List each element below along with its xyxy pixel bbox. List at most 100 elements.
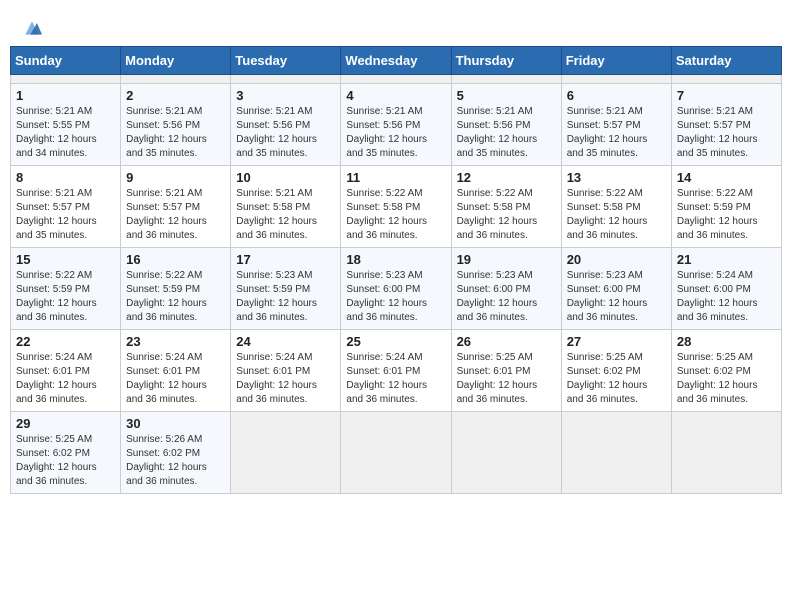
calendar-cell: 25 Sunrise: 5:24 AMSunset: 6:01 PMDayligh…: [341, 330, 451, 412]
day-info: Sunrise: 5:23 AMSunset: 6:00 PMDaylight:…: [346, 269, 445, 325]
day-info: Sunrise: 5:21 AMSunset: 5:56 PMDaylight:…: [126, 105, 225, 161]
day-number: 25: [346, 334, 445, 349]
calendar-cell: 17 Sunrise: 5:23 AMSunset: 5:59 PMDayligh…: [231, 248, 341, 330]
calendar-cell: 19Sunrise: 5:23 AMSunset: 6:00 PMDayligh…: [451, 248, 561, 330]
day-number: 26: [457, 334, 556, 349]
day-number: 11: [346, 170, 445, 185]
logo-icon: [22, 18, 42, 38]
day-of-week-header: Friday: [561, 47, 671, 75]
calendar-cell: 27 Sunrise: 5:25 AMSunset: 6:02 PMDayligh…: [561, 330, 671, 412]
calendar-cell: [121, 75, 231, 84]
day-number: 1: [16, 88, 115, 103]
day-info: Sunrise: 5:22 AMSunset: 5:59 PMDaylight:…: [16, 269, 115, 325]
day-number: 4: [346, 88, 445, 103]
day-info: Sunrise: 5:21 AMSunset: 5:56 PMDaylight:…: [236, 105, 335, 161]
calendar-cell: 1Sunrise: 5:21 AMSunset: 5:55 PMDaylight…: [11, 84, 121, 166]
day-info: Sunrise: 5:26 AMSunset: 6:02 PMDaylight:…: [126, 433, 225, 489]
day-number: 27: [567, 334, 666, 349]
day-info: Sunrise: 5:25 AMSunset: 6:02 PMDaylight:…: [567, 351, 666, 407]
day-number: 10: [236, 170, 335, 185]
day-number: 5: [457, 88, 556, 103]
calendar-cell: 26 Sunrise: 5:25 AMSunset: 6:01 PMDayligh…: [451, 330, 561, 412]
calendar-cell: 21 Sunrise: 5:24 AMSunset: 6:00 PMDayligh…: [671, 248, 781, 330]
day-info: Sunrise: 5:22 AMSunset: 5:58 PMDaylight:…: [346, 187, 445, 243]
calendar-cell: 24 Sunrise: 5:24 AMSunset: 6:01 PMDayligh…: [231, 330, 341, 412]
day-number: 12: [457, 170, 556, 185]
day-of-week-header: Tuesday: [231, 47, 341, 75]
day-of-week-header: Saturday: [671, 47, 781, 75]
calendar-cell: 15 Sunrise: 5:22 AMSunset: 5:59 PMDayligh…: [11, 248, 121, 330]
day-info: Sunrise: 5:21 AMSunset: 5:57 PMDaylight:…: [567, 105, 666, 161]
calendar-cell: [341, 412, 451, 494]
day-info: Sunrise: 5:24 AMSunset: 6:01 PMDaylight:…: [126, 351, 225, 407]
calendar-cell: 23Sunrise: 5:24 AMSunset: 6:01 PMDayligh…: [121, 330, 231, 412]
day-info: Sunrise: 5:23 AMSunset: 5:59 PMDaylight:…: [236, 269, 335, 325]
page-header: [10, 10, 782, 40]
day-info: Sunrise: 5:21 AMSunset: 5:56 PMDaylight:…: [457, 105, 556, 161]
day-number: 29: [16, 416, 115, 431]
day-info: Sunrise: 5:25 AMSunset: 6:02 PMDaylight:…: [677, 351, 776, 407]
calendar-cell: [451, 412, 561, 494]
calendar-cell: 16 Sunrise: 5:22 AMSunset: 5:59 PMDayligh…: [121, 248, 231, 330]
day-number: 20: [567, 252, 666, 267]
day-number: 14: [677, 170, 776, 185]
day-of-week-header: Sunday: [11, 47, 121, 75]
logo: [20, 18, 42, 36]
day-number: 18: [346, 252, 445, 267]
calendar-cell: [671, 75, 781, 84]
day-info: Sunrise: 5:21 AMSunset: 5:57 PMDaylight:…: [16, 187, 115, 243]
calendar-cell: 30 Sunrise: 5:26 AMSunset: 6:02 PMDayligh…: [121, 412, 231, 494]
day-info: Sunrise: 5:25 AMSunset: 6:01 PMDaylight:…: [457, 351, 556, 407]
day-number: 2: [126, 88, 225, 103]
calendar-cell: [451, 75, 561, 84]
day-number: 7: [677, 88, 776, 103]
day-number: 22: [16, 334, 115, 349]
calendar-cell: 29 Sunrise: 5:25 AMSunset: 6:02 PMDayligh…: [11, 412, 121, 494]
day-of-week-header: Monday: [121, 47, 231, 75]
day-of-week-header: Wednesday: [341, 47, 451, 75]
day-info: Sunrise: 5:22 AMSunset: 5:59 PMDaylight:…: [126, 269, 225, 325]
day-info: Sunrise: 5:21 AMSunset: 5:58 PMDaylight:…: [236, 187, 335, 243]
day-info: Sunrise: 5:21 AMSunset: 5:56 PMDaylight:…: [346, 105, 445, 161]
day-info: Sunrise: 5:22 AMSunset: 5:58 PMDaylight:…: [567, 187, 666, 243]
day-number: 9: [126, 170, 225, 185]
calendar-cell: 5 Sunrise: 5:21 AMSunset: 5:56 PMDaylight…: [451, 84, 561, 166]
calendar-cell: 8 Sunrise: 5:21 AMSunset: 5:57 PMDaylight…: [11, 166, 121, 248]
day-number: 16: [126, 252, 225, 267]
calendar-cell: 12 Sunrise: 5:22 AMSunset: 5:58 PMDayligh…: [451, 166, 561, 248]
calendar-cell: 4 Sunrise: 5:21 AMSunset: 5:56 PMDaylight…: [341, 84, 451, 166]
day-info: Sunrise: 5:22 AMSunset: 5:58 PMDaylight:…: [457, 187, 556, 243]
day-number: 28: [677, 334, 776, 349]
day-info: Sunrise: 5:24 AMSunset: 6:00 PMDaylight:…: [677, 269, 776, 325]
day-info: Sunrise: 5:24 AMSunset: 6:01 PMDaylight:…: [346, 351, 445, 407]
calendar-cell: 14 Sunrise: 5:22 AMSunset: 5:59 PMDayligh…: [671, 166, 781, 248]
day-number: 19: [457, 252, 556, 267]
day-info: Sunrise: 5:24 AMSunset: 6:01 PMDaylight:…: [16, 351, 115, 407]
day-number: 8: [16, 170, 115, 185]
calendar-table: SundayMondayTuesdayWednesdayThursdayFrid…: [10, 46, 782, 494]
calendar-cell: 2 Sunrise: 5:21 AMSunset: 5:56 PMDaylight…: [121, 84, 231, 166]
calendar-cell: [231, 75, 341, 84]
day-number: 21: [677, 252, 776, 267]
calendar-cell: 3 Sunrise: 5:21 AMSunset: 5:56 PMDaylight…: [231, 84, 341, 166]
day-info: Sunrise: 5:25 AMSunset: 6:02 PMDaylight:…: [16, 433, 115, 489]
calendar-cell: 28 Sunrise: 5:25 AMSunset: 6:02 PMDayligh…: [671, 330, 781, 412]
calendar-cell: 7Sunrise: 5:21 AMSunset: 5:57 PMDaylight…: [671, 84, 781, 166]
day-info: Sunrise: 5:24 AMSunset: 6:01 PMDaylight:…: [236, 351, 335, 407]
calendar-cell: [341, 75, 451, 84]
day-info: Sunrise: 5:23 AMSunset: 6:00 PMDaylight:…: [567, 269, 666, 325]
day-number: 24: [236, 334, 335, 349]
day-info: Sunrise: 5:22 AMSunset: 5:59 PMDaylight:…: [677, 187, 776, 243]
calendar-cell: 10 Sunrise: 5:21 AMSunset: 5:58 PMDayligh…: [231, 166, 341, 248]
day-number: 3: [236, 88, 335, 103]
calendar-cell: [561, 412, 671, 494]
day-number: 17: [236, 252, 335, 267]
calendar-cell: 6 Sunrise: 5:21 AMSunset: 5:57 PMDaylight…: [561, 84, 671, 166]
calendar-cell: 11 Sunrise: 5:22 AMSunset: 5:58 PMDayligh…: [341, 166, 451, 248]
day-number: 6: [567, 88, 666, 103]
calendar-cell: 18 Sunrise: 5:23 AMSunset: 6:00 PMDayligh…: [341, 248, 451, 330]
day-info: Sunrise: 5:21 AMSunset: 5:57 PMDaylight:…: [126, 187, 225, 243]
calendar-cell: 20 Sunrise: 5:23 AMSunset: 6:00 PMDayligh…: [561, 248, 671, 330]
day-number: 15: [16, 252, 115, 267]
day-number: 30: [126, 416, 225, 431]
